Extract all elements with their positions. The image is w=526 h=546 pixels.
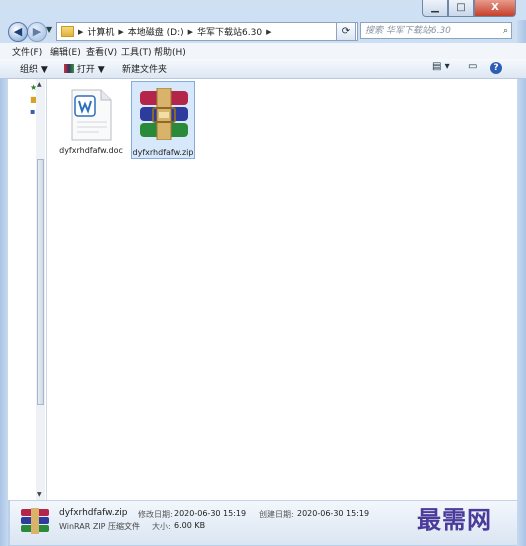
file-item-zip[interactable]: dyfxrhdfafw.zip <box>131 81 195 159</box>
detail-created-label: 创建日期: <box>259 510 294 519</box>
breadcrumb-separator-icon[interactable]: ▶ <box>78 28 83 36</box>
menu-help[interactable]: 帮助(H) <box>154 45 186 58</box>
detail-modified-value: 2020-06-30 15:19 <box>174 509 247 518</box>
file-item-doc[interactable]: dyfxrhdfafw.doc <box>59 83 123 155</box>
scroll-up-icon[interactable]: ▲ <box>37 81 42 88</box>
minimize-icon: ▁ <box>431 2 439 13</box>
search-input[interactable]: 搜索 华军下载站6.30 ⌕ <box>360 22 512 39</box>
breadcrumb-current-folder[interactable]: 华军下载站6.30 <box>197 25 262 38</box>
breadcrumb-computer[interactable]: 计算机 <box>87 25 114 38</box>
search-icon[interactable]: ⌕ <box>503 23 508 40</box>
breadcrumb-drive-d[interactable]: 本地磁盘 (D:) <box>128 25 184 38</box>
open-label: 打开 ▼ <box>76 65 105 75</box>
recent-pages-dropdown-icon[interactable]: ▼ <box>46 25 52 34</box>
window-frame-right <box>517 20 526 546</box>
maximize-button[interactable]: □ <box>448 0 474 17</box>
address-bar[interactable]: ▶ 计算机 ▶ 本地磁盘 (D:) ▶ 华军下载站6.30 ▶ ▼ <box>56 22 358 41</box>
file-name: dyfxrhdfafw.zip <box>132 148 194 157</box>
winrar-archive-icon <box>21 508 49 534</box>
network-icon[interactable]: ▪ <box>30 107 35 116</box>
detail-filetype: WinRAR ZIP 压缩文件 <box>59 522 141 531</box>
open-button[interactable]: 打开 ▼ <box>64 62 105 75</box>
detail-size-label: 大小: <box>152 522 171 531</box>
nav-scrollbar[interactable]: ▲ ▼ <box>36 79 45 500</box>
new-folder-button[interactable]: 新建文件夹 <box>122 62 167 75</box>
folder-icon <box>61 26 74 37</box>
help-icon[interactable]: ? <box>490 62 502 74</box>
winrar-small-icon <box>64 64 74 73</box>
back-button[interactable]: ◀ <box>8 22 28 42</box>
window-frame-left <box>0 43 8 546</box>
close-button[interactable]: X <box>474 0 516 17</box>
explorer-window: ▁ □ X ◀ ▶ ▼ ▶ 计算机 ▶ 本地磁盘 (D:) ▶ 华军下载站6.3… <box>0 0 526 546</box>
refresh-icon: ⟳ <box>341 26 351 37</box>
refresh-button[interactable]: ⟳ <box>336 22 356 41</box>
detail-modified-label: 修改日期: <box>138 510 173 519</box>
menu-edit[interactable]: 编辑(E) <box>50 45 81 58</box>
forward-arrow-icon: ▶ <box>32 25 42 38</box>
back-arrow-icon: ◀ <box>13 25 23 38</box>
menu-file[interactable]: 文件(F) <box>12 45 42 58</box>
scroll-down-icon[interactable]: ▼ <box>37 491 42 498</box>
caption-buttons: ▁ □ X <box>422 0 516 17</box>
view-options-icon[interactable]: ▤ ▾ <box>432 61 450 72</box>
maximize-icon: □ <box>456 2 466 13</box>
file-list[interactable]: dyfxrhdfafw.doc dyfxrhdfafw.zip <box>47 79 517 500</box>
forward-button[interactable]: ▶ <box>27 22 47 42</box>
breadcrumb-separator-icon[interactable]: ▶ <box>118 28 123 36</box>
detail-created-value: 2020-06-30 15:19 <box>297 509 370 518</box>
word-document-icon <box>71 89 112 141</box>
organize-button[interactable]: 组织 ▼ <box>20 62 48 75</box>
watermark-text: 最需网 <box>417 505 492 534</box>
menu-bar: 文件(F) 编辑(E) 查看(V) 工具(T) 帮助(H) <box>0 43 526 60</box>
search-placeholder: 搜索 华军下载站6.30 <box>365 26 451 36</box>
minimize-button[interactable]: ▁ <box>422 0 448 17</box>
scrollbar-thumb[interactable] <box>37 159 44 405</box>
breadcrumb-separator-icon[interactable]: ▶ <box>188 28 193 36</box>
detail-filename: dyfxrhdfafw.zip <box>59 508 128 518</box>
file-name: dyfxrhdfafw.doc <box>59 146 123 155</box>
menu-view[interactable]: 查看(V) <box>86 45 117 58</box>
detail-size-value: 6.00 KB <box>174 521 206 530</box>
winrar-archive-icon <box>140 88 188 140</box>
breadcrumb-separator-icon[interactable]: ▶ <box>266 28 271 36</box>
command-toolbar: 组织 ▼ 打开 ▼ 新建文件夹 ▤ ▾ ▭ ? <box>0 59 526 79</box>
preview-pane-icon[interactable]: ▭ <box>468 61 477 72</box>
menu-tools[interactable]: 工具(T) <box>121 45 152 58</box>
title-bar[interactable]: ▁ □ X <box>0 0 526 20</box>
address-row: ◀ ▶ ▼ ▶ 计算机 ▶ 本地磁盘 (D:) ▶ 华军下载站6.30 ▶ ▼ … <box>0 20 526 42</box>
